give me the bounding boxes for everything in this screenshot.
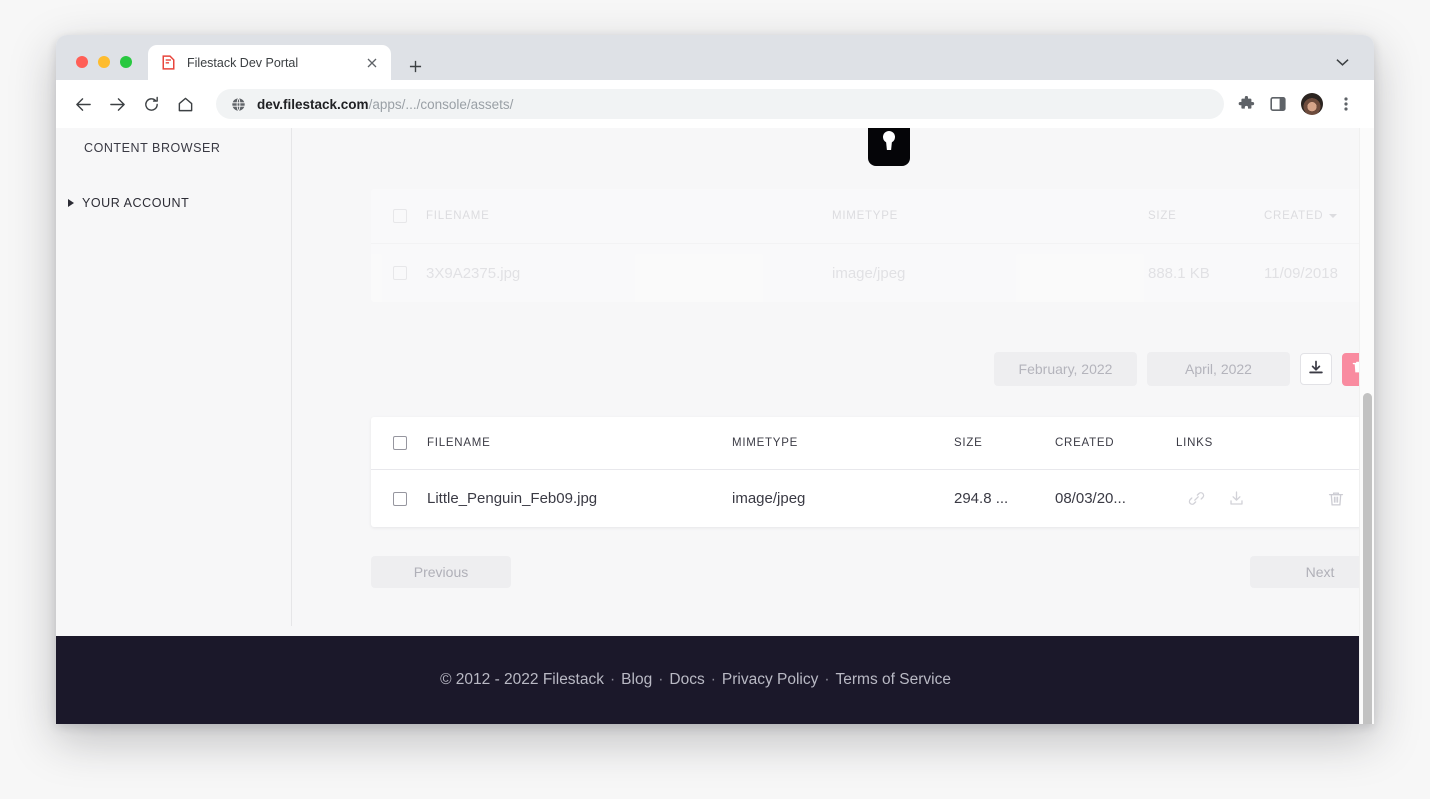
side-panel-icon[interactable] — [1264, 90, 1292, 118]
footer-copyright: © 2012 - 2022 Filestack — [440, 671, 604, 688]
main-content: FILENAME MIMETYPE SIZE CREATED 3X9A2375.… — [292, 128, 1374, 724]
table-row[interactable]: 3X9A2375.jpg image/jpeg 888.1 KB 11/09/2… — [371, 244, 1374, 302]
new-tab-icon[interactable] — [401, 52, 429, 80]
page-viewport: CONTENT BROWSER YOUR ACCOUNT FILENAME MI… — [56, 128, 1374, 724]
browser-tab-title: Filestack Dev Portal — [187, 55, 299, 70]
row-delete-icon[interactable] — [1316, 486, 1356, 512]
page-footer: © 2012 - 2022 Filestack · Blog · Docs · … — [56, 636, 1359, 724]
sidebar-heading: CONTENT BROWSER — [84, 141, 221, 155]
toolbar-right-actions — [1232, 90, 1360, 118]
table-header-row: FILENAME MIMETYPE SIZE CREATED LINKS — [371, 417, 1374, 470]
column-header-mimetype[interactable]: MIMETYPE — [732, 437, 954, 449]
browser-toolbar: dev.filestack.com/apps/.../console/asset… — [56, 80, 1374, 128]
select-all-checkbox[interactable] — [393, 209, 407, 223]
footer-links: © 2012 - 2022 Filestack · Blog · Docs · … — [440, 671, 951, 689]
puzzle-piece-icon[interactable] — [1232, 90, 1260, 118]
assets-actions-row: February, 2022 April, 2022 — [371, 352, 1374, 386]
three-dot-menu-icon[interactable] — [1332, 90, 1360, 118]
avatar[interactable] — [1301, 93, 1323, 115]
previous-page-button[interactable]: Previous — [371, 556, 511, 588]
footer-separator: · — [710, 671, 716, 688]
cell-mimetype: image/jpeg — [732, 490, 806, 507]
footer-link-terms-of-service[interactable]: Terms of Service — [836, 671, 951, 689]
column-header-links: LINKS — [1176, 437, 1213, 449]
cell-size: 888.1 KB — [1148, 264, 1210, 282]
column-header-mimetype[interactable]: MIMETYPE — [832, 210, 1148, 222]
filestack-icon — [160, 55, 176, 71]
url-path: /apps/.../console/assets/ — [368, 96, 514, 112]
cell-created: 11/09/2018 — [1264, 264, 1338, 282]
pagination: Previous Next — [371, 556, 1374, 588]
column-header-created-label: CREATED — [1264, 210, 1324, 222]
row-download-icon[interactable] — [1216, 486, 1256, 512]
caret-down-icon — [1329, 213, 1338, 218]
caret-right-icon — [68, 199, 74, 207]
back-arrow-icon[interactable] — [68, 89, 98, 119]
close-window-button[interactable] — [76, 56, 88, 68]
footer-separator: · — [824, 671, 830, 688]
table-row[interactable]: Little_Penguin_Feb09.jpg image/jpeg 294.… — [371, 470, 1374, 527]
column-header-created[interactable]: CREATED — [1055, 437, 1176, 449]
sidebar-item-label: YOUR ACCOUNT — [82, 196, 190, 210]
cell-filename: 3X9A2375.jpg — [426, 264, 521, 282]
copy-link-icon[interactable] — [1176, 486, 1216, 512]
browser-window: Filestack Dev Portal dev.filestack.com/a… — [56, 35, 1374, 724]
url-domain: dev.filestack.com — [257, 96, 369, 112]
row-checkbox[interactable] — [393, 491, 407, 506]
footer-link-docs[interactable]: Docs — [669, 671, 704, 689]
column-header-size[interactable]: SIZE — [954, 437, 1055, 449]
footer-separator: · — [610, 671, 616, 688]
column-header-size[interactable]: SIZE — [1148, 210, 1264, 222]
column-header-filename[interactable]: FILENAME — [426, 210, 832, 222]
download-icon — [1308, 360, 1324, 379]
bulk-download-button[interactable] — [1300, 353, 1332, 385]
cell-links — [1176, 486, 1368, 512]
browser-tabstrip: Filestack Dev Portal — [56, 35, 1374, 80]
table-header-row: FILENAME MIMETYPE SIZE CREATED — [371, 189, 1374, 244]
sidebar: CONTENT BROWSER YOUR ACCOUNT — [56, 128, 292, 626]
column-header-filename[interactable]: FILENAME — [427, 437, 732, 449]
cell-mimetype: image/jpeg — [832, 264, 906, 282]
window-traffic-lights — [76, 56, 132, 68]
minimize-window-button[interactable] — [98, 56, 110, 68]
close-icon[interactable] — [363, 54, 381, 72]
footer-separator: · — [658, 671, 664, 688]
row-checkbox[interactable] — [393, 266, 407, 280]
forward-arrow-icon[interactable] — [102, 89, 132, 119]
home-icon[interactable] — [170, 89, 200, 119]
page-scrollbar-thumb[interactable] — [1363, 393, 1372, 724]
date-to-button[interactable]: April, 2022 — [1147, 352, 1290, 386]
maximize-window-button[interactable] — [120, 56, 132, 68]
browser-tab[interactable]: Filestack Dev Portal — [148, 45, 391, 80]
cell-size: 294.8 ... — [954, 490, 1009, 507]
date-from-button[interactable]: February, 2022 — [994, 352, 1137, 386]
cell-created: 08/03/20... — [1055, 490, 1126, 507]
sidebar-item-your-account[interactable]: YOUR ACCOUNT — [68, 196, 189, 210]
page-scrollbar[interactable] — [1359, 128, 1374, 724]
cell-filename: Little_Penguin_Feb09.jpg — [427, 490, 598, 507]
select-all-checkbox[interactable] — [393, 436, 407, 450]
chevron-down-icon[interactable] — [1330, 50, 1354, 74]
previous-assets-table: FILENAME MIMETYPE SIZE CREATED 3X9A2375.… — [371, 189, 1374, 302]
footer-link-privacy-policy[interactable]: Privacy Policy — [722, 671, 818, 689]
reload-icon[interactable] — [136, 89, 166, 119]
next-page-button[interactable]: Next — [1250, 556, 1374, 588]
address-bar[interactable]: dev.filestack.com/apps/.../console/asset… — [216, 89, 1224, 119]
globe-icon — [230, 96, 246, 112]
footer-link-blog[interactable]: Blog — [621, 671, 652, 689]
assets-table: FILENAME MIMETYPE SIZE CREATED LINKS Lit… — [371, 417, 1374, 527]
lock-icon — [863, 128, 915, 168]
column-header-created[interactable]: CREATED — [1264, 210, 1353, 222]
address-bar-url: dev.filestack.com/apps/.../console/asset… — [257, 97, 513, 112]
